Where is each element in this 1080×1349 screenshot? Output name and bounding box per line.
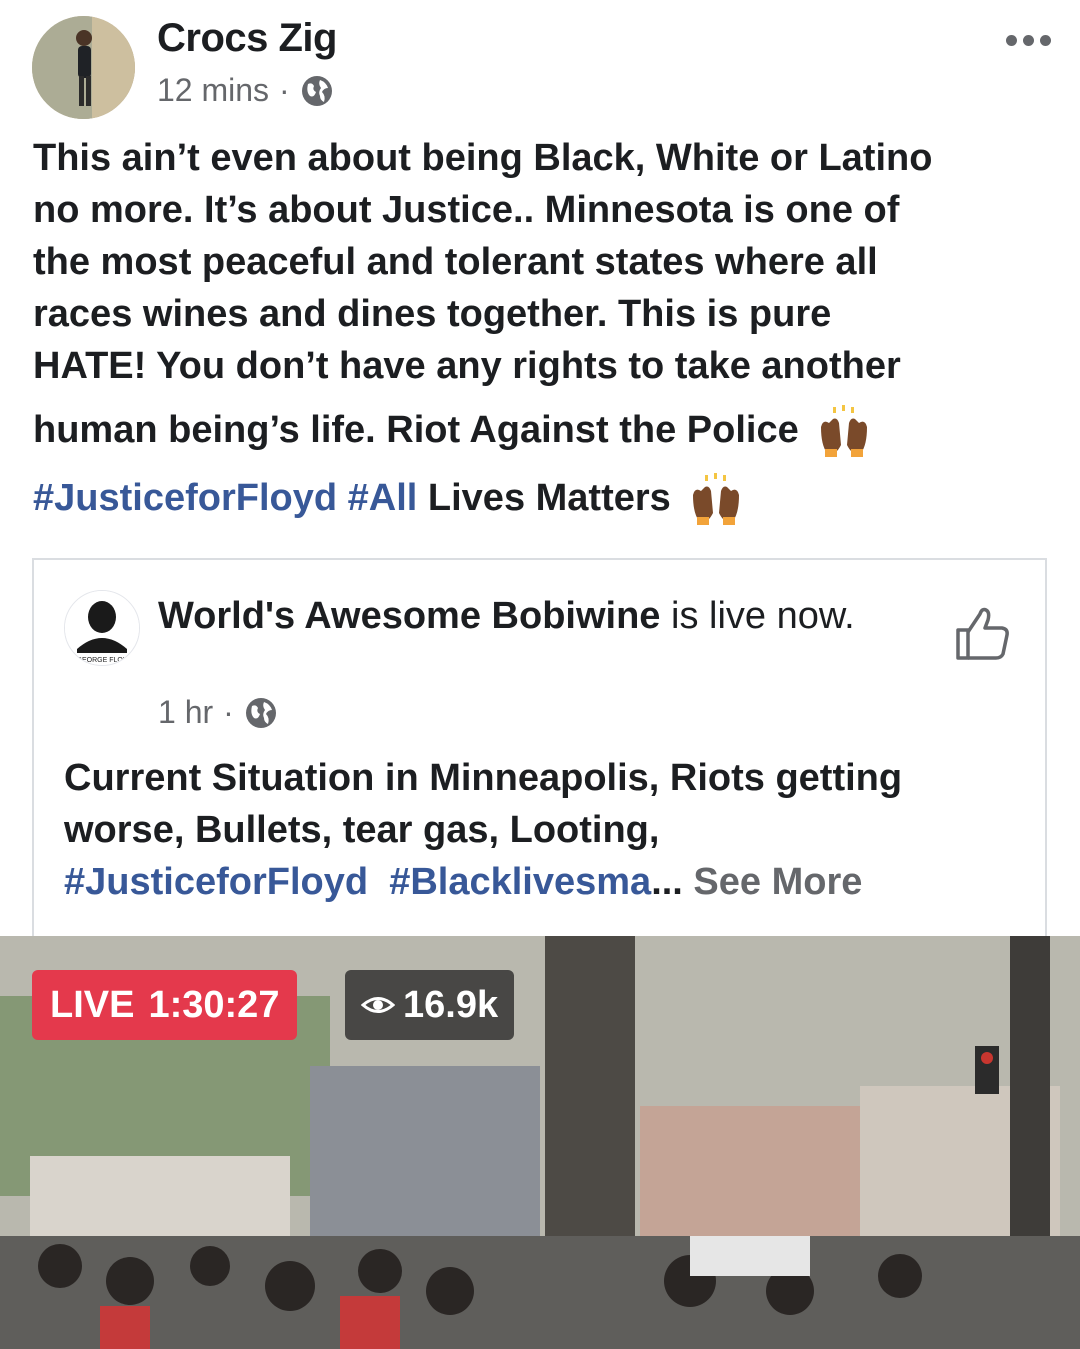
shared-meta: 1 hr ·: [158, 694, 278, 731]
eye-icon: [361, 997, 395, 1013]
post-text-line-last: human being’s life. Riot Against the Pol…: [33, 404, 1043, 459]
post-text-line: no more. It’s about Justice.. Minnesota …: [33, 189, 900, 231]
post-text-line: human being’s life. Riot Against the Pol…: [33, 409, 799, 451]
shared-post-card[interactable]: GEORGE FLOY World's Awesome Bobiwine is …: [32, 558, 1047, 936]
live-duration: 1:30:27: [148, 983, 280, 1026]
dot-icon: [1022, 34, 1034, 46]
dot-icon: [1005, 34, 1017, 46]
shared-status: is live now.: [660, 595, 855, 637]
tags-tail-text: Lives Matters: [427, 477, 671, 519]
post-time[interactable]: 12 mins: [157, 72, 269, 109]
hashtag-link[interactable]: #JusticeforFloyd: [64, 861, 368, 903]
shared-avatar-image: GEORGE FLOY: [65, 591, 139, 665]
post-meta: 12 mins ·: [157, 72, 334, 109]
ellipsis: ...: [651, 861, 694, 903]
shared-author-avatar[interactable]: GEORGE FLOY: [64, 590, 140, 666]
shared-author-line: World's Awesome Bobiwine is live now.: [158, 590, 918, 642]
more-options-button[interactable]: [1002, 28, 1054, 52]
raising-hands-emoji: [693, 472, 740, 525]
meta-separator: ·: [279, 72, 290, 108]
author-avatar[interactable]: [32, 16, 135, 119]
meta-separator: ·: [223, 694, 234, 730]
shared-time[interactable]: 1 hr: [158, 694, 213, 731]
live-video-player[interactable]: LIVE 1:30:27 16.9k: [0, 936, 1080, 1349]
author-name[interactable]: Crocs Zig: [157, 16, 337, 61]
thumbs-up-icon[interactable]: [954, 604, 1012, 662]
shared-text-line: worse, Bullets, tear gas, Looting,: [64, 809, 660, 851]
see-more-link[interactable]: See More: [693, 861, 862, 903]
post-text-line: races wines and dines together. This is …: [33, 293, 832, 335]
viewer-count-badge: 16.9k: [345, 970, 515, 1040]
hashtag-link[interactable]: #JusticeforFloyd: [33, 477, 337, 519]
raising-hands-emoji: [821, 404, 868, 457]
viewer-count: 16.9k: [403, 983, 499, 1026]
globe-icon: [245, 697, 276, 728]
live-label: LIVE: [50, 983, 135, 1026]
globe-icon: [301, 75, 332, 106]
shared-text-line-tags: #JusticeforFloyd #Blacklivesma... See Mo…: [64, 856, 1024, 908]
author-photo: [32, 16, 135, 119]
hashtag-link[interactable]: #All: [348, 477, 418, 519]
post-body: This ain’t even about being Black, White…: [33, 132, 1043, 459]
avatar-caption: GEORGE FLOY: [77, 657, 128, 664]
live-badge: LIVE 1:30:27: [32, 970, 298, 1040]
shared-text: Current Situation in Minneapolis, Riots …: [64, 752, 1024, 908]
post-tags-line: #JusticeforFloyd #All Lives Matters: [33, 472, 1043, 527]
dot-icon: [1039, 34, 1051, 46]
shared-author-name[interactable]: World's Awesome Bobiwine: [158, 595, 660, 637]
post-text-line: This ain’t even about being Black, White…: [33, 137, 933, 179]
hashtag-link[interactable]: #Blacklivesma: [389, 861, 651, 903]
post-text-line: the most peaceful and tolerant states wh…: [33, 241, 878, 283]
shared-text-line: Current Situation in Minneapolis, Riots …: [64, 757, 903, 799]
post-text-line: HATE! You don’t have any rights to take …: [33, 345, 901, 387]
